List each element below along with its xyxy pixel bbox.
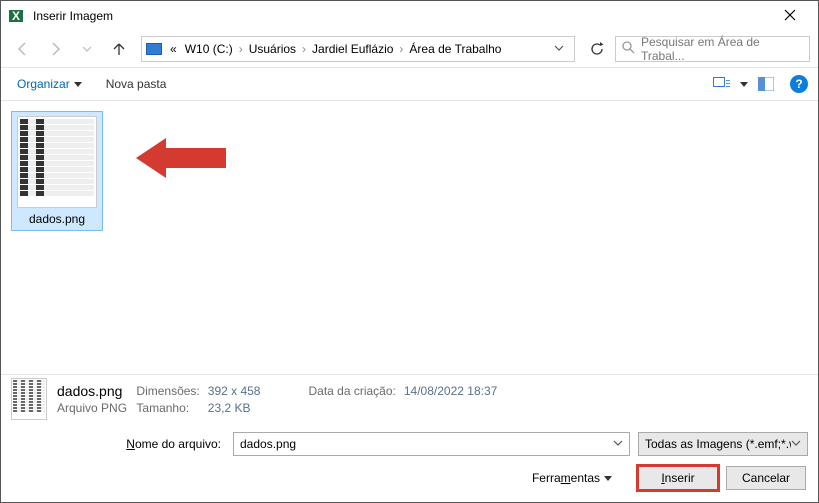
filename-label: Nome do arquivo: — [11, 437, 225, 451]
arrow-right-icon — [47, 41, 63, 57]
toolbar: Organizar Nova pasta ? — [1, 67, 818, 101]
filter-dropdown[interactable] — [791, 437, 801, 451]
details-dim-label: Dimensões: — [136, 384, 199, 398]
file-name: dados.png — [29, 212, 85, 226]
search-input[interactable]: Pesquisar em Área de Trabal... — [615, 36, 810, 62]
file-item[interactable]: dados.png — [11, 111, 103, 231]
view-mode-button[interactable] — [708, 73, 736, 95]
dialog-footer: Nome do arquivo: dados.png Todas as Imag… — [1, 422, 818, 502]
breadcrumb[interactable]: « W10 (C:) › Usuários › Jardiel Euflázio… — [141, 36, 575, 62]
preview-pane-icon — [758, 77, 774, 91]
refresh-icon — [590, 42, 604, 56]
details-created-value: 14/08/2022 18:37 — [404, 384, 497, 398]
details-size-label: Tamanho: — [136, 401, 199, 415]
search-placeholder: Pesquisar em Área de Trabal... — [641, 35, 803, 63]
triangle-down-icon[interactable] — [740, 80, 748, 88]
up-button[interactable] — [105, 37, 133, 61]
back-button[interactable] — [9, 37, 37, 61]
app-icon: X — [9, 8, 25, 24]
search-icon — [622, 41, 635, 57]
details-thumbnail — [11, 378, 47, 420]
triangle-down-icon — [604, 474, 612, 482]
file-type-filter[interactable]: Todas as Imagens (*.emf;*.wmf, — [638, 432, 808, 456]
thumbnails-icon — [713, 77, 731, 91]
file-thumbnail — [17, 116, 97, 208]
insert-button[interactable]: Inserir — [638, 466, 718, 490]
annotation-arrow — [136, 133, 231, 186]
breadcrumb-dropdown[interactable] — [548, 42, 570, 56]
chevron-down-icon — [82, 44, 92, 54]
filename-dropdown[interactable] — [613, 437, 623, 451]
filename-input[interactable]: dados.png — [233, 432, 630, 456]
chevron-down-icon — [613, 438, 623, 448]
svg-text:X: X — [12, 9, 20, 23]
organize-button[interactable]: Organizar — [11, 73, 88, 95]
close-icon — [784, 9, 796, 21]
breadcrumb-item[interactable]: Área de Trabalho — [405, 42, 505, 56]
refresh-button[interactable] — [583, 36, 611, 62]
cancel-button[interactable]: Cancelar — [726, 466, 806, 490]
filename-value: dados.png — [240, 437, 296, 451]
chevron-right-icon: › — [237, 42, 245, 56]
tools-button[interactable]: Ferramentas — [532, 471, 612, 485]
details-created-label: Data da criação: — [308, 384, 395, 398]
nav-row: « W10 (C:) › Usuários › Jardiel Euflázio… — [1, 31, 818, 67]
help-button[interactable]: ? — [790, 75, 808, 93]
arrow-left-icon — [15, 41, 31, 57]
breadcrumb-item[interactable]: W10 (C:) — [181, 42, 237, 56]
preview-pane-button[interactable] — [752, 73, 780, 95]
chevron-down-icon — [554, 43, 564, 53]
arrow-up-icon — [111, 41, 127, 57]
close-button[interactable] — [770, 8, 810, 24]
window-title: Inserir Imagem — [33, 9, 770, 23]
chevron-right-icon: › — [397, 42, 405, 56]
recent-dropdown[interactable] — [73, 37, 101, 61]
filter-text: Todas as Imagens (*.emf;*.wmf, — [645, 437, 791, 451]
file-list[interactable]: dados.png — [1, 101, 818, 374]
details-size-value: 23,2 KB — [208, 401, 261, 415]
details-dim-value: 392 x 458 — [208, 384, 261, 398]
new-folder-button[interactable]: Nova pasta — [100, 73, 173, 95]
breadcrumb-item[interactable]: Jardiel Euflázio — [308, 42, 397, 56]
details-pane: dados.png Dimensões: 392 x 458 Data da c… — [1, 374, 818, 422]
breadcrumb-item[interactable]: Usuários — [245, 42, 300, 56]
forward-button[interactable] — [41, 37, 69, 61]
triangle-down-icon — [74, 80, 82, 88]
chevron-down-icon — [791, 438, 801, 448]
help-icon: ? — [795, 77, 802, 91]
title-bar: X Inserir Imagem — [1, 1, 818, 31]
chevron-right-icon: › — [300, 42, 308, 56]
breadcrumb-prefix: « — [166, 42, 181, 56]
details-filename: dados.png — [57, 383, 122, 399]
drive-icon — [146, 43, 162, 55]
details-type: Arquivo PNG — [57, 401, 128, 415]
